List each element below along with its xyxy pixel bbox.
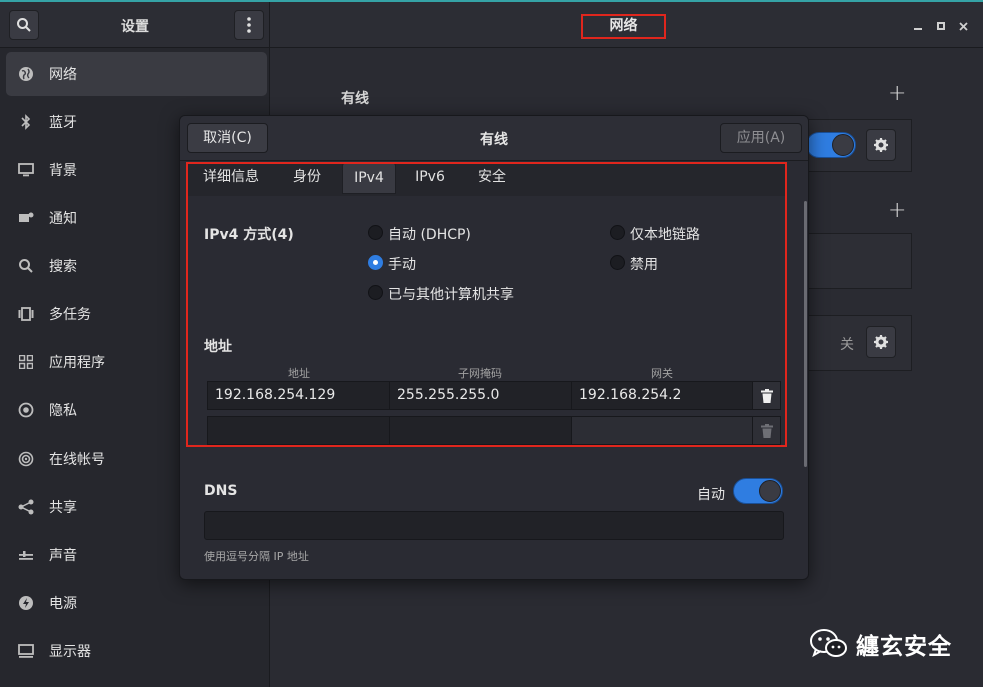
sidebar-item-label: 在线帐号 [49,452,105,468]
radio-shared-label[interactable]: 已与其他计算机共享 [388,284,514,304]
dns-auto-toggle[interactable] [733,478,783,504]
radio-manual[interactable] [368,255,383,270]
dns-label: DNS [204,483,238,499]
wired-settings-button[interactable] [866,129,896,161]
scrollbar[interactable] [804,201,807,467]
delete-row-button[interactable] [752,381,781,410]
proxy-settings-button[interactable] [866,326,896,358]
kebab-menu-icon [247,17,251,33]
sidebar-item-label: 背景 [49,163,77,179]
search-icon [16,256,36,276]
minimize-button[interactable] [911,19,925,33]
netmask-input[interactable]: 255.255.255.0 [389,381,572,410]
minimize-icon [914,28,922,30]
notification-icon [16,208,36,228]
multitask-icon [16,304,36,324]
apps-grid-icon [16,352,36,372]
tab-bar: 详细信息 身份 IPv4 IPv6 安全 [186,162,786,196]
add-vpn-button[interactable]: + [888,198,906,223]
settings-window: 设置 网络 网络 蓝牙 背景 通知 搜索 多任务 应用程序 隐私 在线帐号 共享… [0,0,983,687]
bluetooth-icon [16,112,36,132]
close-icon [958,21,968,31]
dns-auto-label: 自动 [697,487,725,503]
trash-icon [760,388,773,403]
column-header-netmask: 子网掩码 [458,367,502,380]
delete-row-button[interactable] [752,416,781,445]
sidebar-item-label: 蓝牙 [49,115,77,131]
plus-icon: + [888,81,907,106]
tab-ipv6[interactable]: IPv6 [406,162,454,194]
dialog-header: 取消(C) 有线 应用(A) [180,116,808,161]
dialog-title: 有线 [480,132,508,148]
sound-icon [16,545,36,565]
dns-hint: 使用逗号分隔 IP 地址 [204,550,309,563]
watermark-text: 纏玄安全 [856,634,952,660]
wired-section-title: 有线 [341,91,369,107]
radio-disabled[interactable] [610,255,625,270]
close-button[interactable] [956,19,970,33]
wired-toggle[interactable] [806,132,856,158]
sidebar-item-power[interactable]: 电源 [6,581,267,625]
wired-settings-dialog: 取消(C) 有线 应用(A) 详细信息 身份 IPv4 IPv6 安全 IPv4… [179,115,809,580]
sidebar-item-label: 通知 [49,211,77,227]
apply-button[interactable]: 应用(A) [720,123,802,153]
radio-link-local-label[interactable]: 仅本地链路 [630,224,700,244]
gear-icon [874,138,888,152]
column-header-gateway: 网关 [651,367,673,380]
tab-ipv4[interactable]: IPv4 [342,162,396,194]
wechat-icon [810,629,847,658]
sidebar-item-label: 电源 [49,596,77,612]
sidebar-item-label: 共享 [49,500,77,516]
gear-icon [874,335,888,349]
ipv4-method-label: IPv4 方式(4) [204,227,294,243]
sidebar-item-displays[interactable]: 显示器 [6,629,267,673]
maximize-button[interactable] [934,19,948,33]
sidebar-item-label: 搜索 [49,259,77,275]
trash-icon [760,423,773,438]
sidebar-item-network[interactable]: 网络 [6,52,267,96]
radio-link-local[interactable] [610,225,625,240]
radio-manual-label[interactable]: 手动 [388,254,416,274]
address-section-title: 地址 [204,339,232,355]
page-title: 网络 [581,14,666,39]
gateway-input[interactable] [571,416,753,445]
gateway-input[interactable]: 192.168.254.2 [571,381,753,410]
network-globe-icon [16,64,36,84]
proxy-status-label: 关 [840,337,854,353]
sidebar-item-label: 声音 [49,548,77,564]
toggle-knob [759,480,781,502]
share-icon [16,497,36,517]
radio-disabled-label[interactable]: 禁用 [630,254,658,274]
privacy-icon [16,400,36,420]
column-header-address: 地址 [288,367,310,380]
watermark: 纏玄安全 [810,627,952,661]
online-account-icon [16,449,36,469]
radio-auto-dhcp-label[interactable]: 自动 (DHCP) [388,224,471,244]
tab-identity[interactable]: 身份 [283,162,331,194]
display-icon [16,641,36,661]
address-input[interactable] [207,416,390,445]
power-icon [16,593,36,613]
headerbar-left: 设置 [0,2,270,48]
sidebar-item-label: 网络 [49,67,77,83]
address-input[interactable]: 192.168.254.129 [207,381,390,410]
vpn-placeholder-row [800,233,912,289]
tab-security[interactable]: 安全 [468,162,516,194]
menu-button[interactable] [234,10,264,40]
add-wired-button[interactable]: + [888,81,906,106]
radio-auto-dhcp[interactable] [368,225,383,240]
netmask-input[interactable] [389,416,572,445]
maximize-icon [937,22,945,30]
monitor-icon [16,160,36,180]
plus-icon: + [888,198,907,223]
radio-shared[interactable] [368,285,383,300]
toggle-knob [832,134,854,156]
tab-details[interactable]: 详细信息 [196,162,266,194]
sidebar-item-label: 多任务 [49,307,91,323]
settings-title: 设置 [121,19,149,35]
sidebar-item-label: 显示器 [49,644,91,660]
sidebar-item-label: 应用程序 [49,355,105,371]
dns-field[interactable] [204,511,784,540]
sidebar-item-label: 隐私 [49,403,77,419]
